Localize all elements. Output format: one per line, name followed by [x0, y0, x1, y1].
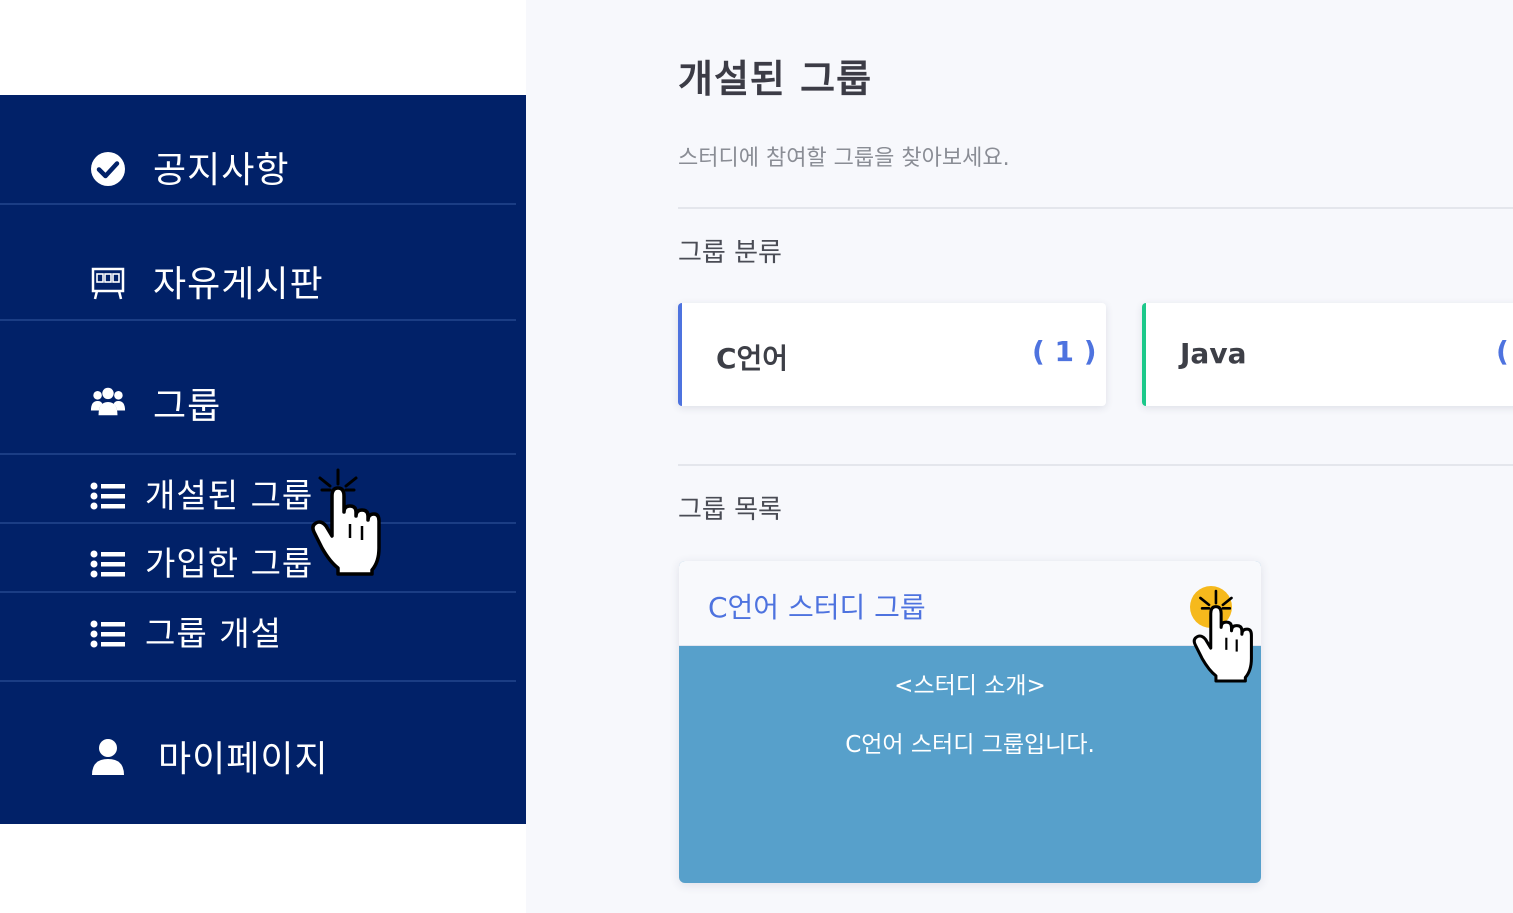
list-icon [90, 478, 126, 514]
hand-cursor-icon [1192, 589, 1253, 683]
sidebar-item-notice[interactable]: 공지사항 [0, 95, 516, 205]
group-title-link[interactable]: C언어 스터디 그룹 [708, 586, 926, 626]
sidebar-item-free-board[interactable]: 자유게시판 [0, 205, 516, 321]
check-circle-icon [90, 151, 126, 187]
category-name: Java [1180, 337, 1247, 370]
board-icon [90, 265, 126, 301]
main-content: 개설된 그룹 스터디에 참여할 그룹을 찾아보세요. 그룹 분류 C언어 ( 1… [526, 0, 1513, 913]
sidebar-item-label: 가입한 그룹 [145, 544, 314, 583]
sidebar-item-joined-groups[interactable]: 가입한 그룹 [0, 524, 516, 593]
page-subtitle: 스터디에 참여할 그룹을 찾아보세요. [678, 146, 1010, 171]
category-card-java[interactable]: Java ( [1142, 303, 1513, 406]
sidebar-item-created-groups[interactable]: 개설된 그룹 [0, 455, 516, 524]
sidebar-item-group[interactable]: 그룹 [0, 321, 516, 455]
divider [678, 207, 1513, 209]
group-card-header: C언어 스터디 그룹 [679, 561, 1261, 646]
user-icon [90, 739, 126, 775]
category-section-label: 그룹 분류 [678, 238, 782, 268]
sidebar-item-label: 마이페이지 [158, 739, 329, 780]
list-icon [90, 546, 126, 582]
sidebar-item-label: 개설된 그룹 [145, 476, 314, 515]
sidebar-item-label: 자유게시판 [153, 264, 324, 305]
sidebar: 공지사항 자유게시판 그룹 개설된 그룹 가입한 그룹 그룹 개설 마이페이지 [0, 95, 526, 824]
hand-cursor-icon [311, 468, 381, 576]
group-intro-heading: <스터디 소개> [894, 673, 1046, 699]
category-count: ( 1 ) [1032, 335, 1097, 368]
sidebar-item-label: 그룹 [153, 386, 222, 427]
sidebar-item-label: 공지사항 [153, 150, 290, 191]
page-title: 개설된 그룹 [678, 57, 873, 101]
users-icon [90, 383, 126, 419]
group-intro-text: C언어 스터디 그룹입니다. [845, 732, 1095, 758]
sidebar-item-label: 그룹 개설 [145, 614, 282, 653]
sidebar-item-create-group[interactable]: 그룹 개설 [0, 593, 516, 682]
category-name: C언어 [716, 342, 789, 375]
divider [678, 464, 1513, 466]
category-count: ( [1496, 335, 1509, 368]
group-card[interactable]: C언어 스터디 그룹 <스터디 소개> C언어 스터디 그룹입니다. [679, 561, 1261, 883]
sidebar-item-mypage[interactable]: 마이페이지 [0, 682, 516, 824]
category-card-c[interactable]: C언어 ( 1 ) [678, 303, 1106, 406]
list-icon [90, 616, 126, 652]
group-list-label: 그룹 목록 [678, 495, 782, 525]
